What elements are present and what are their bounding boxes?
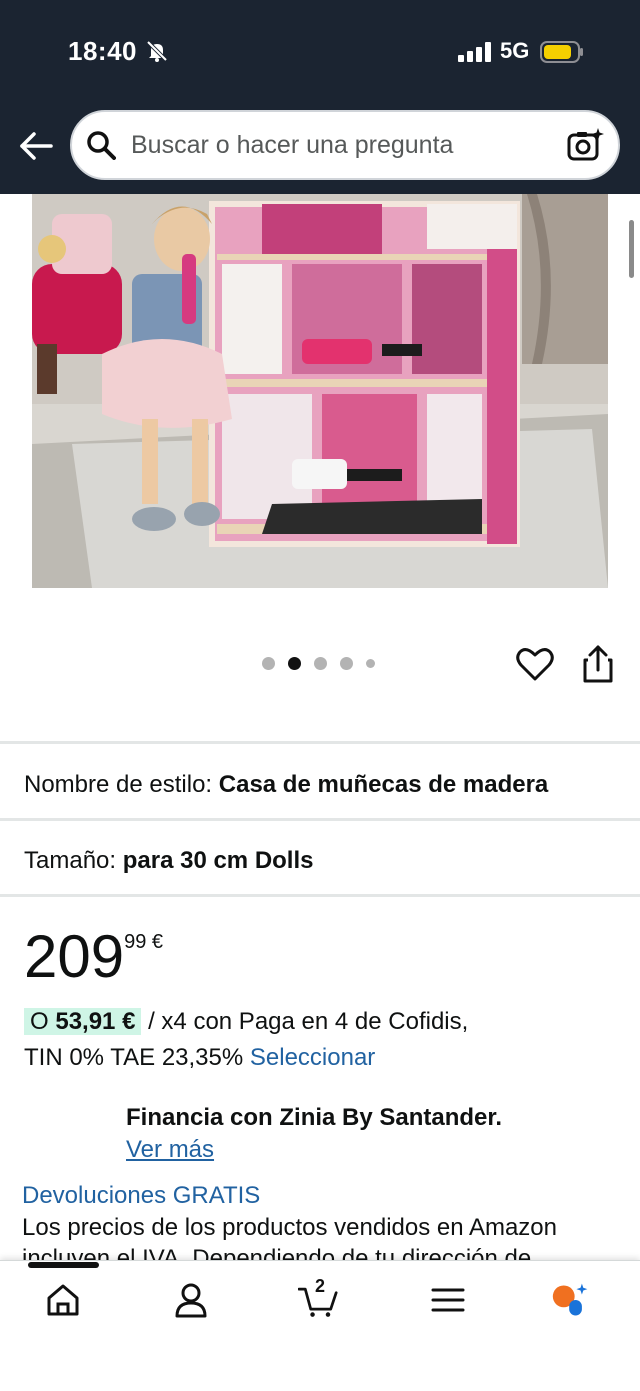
- back-arrow-icon[interactable]: [18, 130, 54, 162]
- active-tab-indicator: [28, 1262, 99, 1268]
- style-selector[interactable]: Nombre de estilo: Casa de muñecas de mad…: [24, 771, 548, 799]
- size-selector[interactable]: Tamaño: para 30 cm Dolls: [24, 847, 314, 875]
- muted-bell-icon: [146, 40, 168, 62]
- home-icon[interactable]: [43, 1280, 83, 1320]
- price-fraction: 99 €: [124, 931, 164, 953]
- divider: [0, 894, 640, 897]
- dollhouse-illustration: [32, 194, 608, 588]
- signal-icon: [458, 42, 491, 62]
- style-label: Nombre de estilo:: [24, 771, 213, 798]
- product-price: 20999 €: [24, 922, 163, 992]
- carousel-dot[interactable]: [314, 657, 327, 670]
- financing-title: Financia con Zinia By Santander.: [126, 1104, 503, 1131]
- status-time: 18:40: [68, 36, 137, 66]
- search-icon: [87, 131, 116, 160]
- network-type: 5G: [500, 38, 530, 63]
- vat-info-line1: Los precios de los productos vendidos en…: [22, 1214, 557, 1241]
- app-screen: 18:40 5G Buscar o hacer una pregunta Nom…: [0, 0, 640, 1391]
- scroll-indicator: [629, 220, 634, 278]
- size-value: para 30 cm Dolls: [122, 847, 314, 874]
- battery-icon: [540, 41, 583, 63]
- tin-text: TIN 0% TAE 23,35%: [24, 1044, 244, 1071]
- select-installment-link[interactable]: Seleccionar: [250, 1044, 375, 1071]
- account-icon[interactable]: [171, 1280, 211, 1320]
- carousel-dot[interactable]: [366, 659, 375, 668]
- divider: [0, 741, 640, 744]
- installment-text: / x4 con Paga en 4 de Cofidis,: [148, 1008, 469, 1035]
- wishlist-heart-icon[interactable]: [516, 646, 554, 682]
- style-value: Casa de muñecas de madera: [218, 771, 549, 798]
- installment-prefix: O: [30, 1008, 49, 1035]
- camera-search-icon[interactable]: [566, 127, 604, 163]
- carousel-dot-active[interactable]: [288, 657, 301, 670]
- size-label: Tamaño:: [24, 847, 117, 874]
- cart-count-badge: 2: [315, 1276, 326, 1296]
- menu-icon[interactable]: [428, 1280, 468, 1320]
- price-whole: 209: [24, 923, 125, 990]
- installment-offer: O 53,91 € / x4 con Paga en 4 de Cofidis,: [24, 1008, 468, 1036]
- divider: [0, 818, 640, 821]
- share-icon[interactable]: [582, 644, 614, 684]
- installment-amount: 53,91 €: [55, 1008, 136, 1035]
- financing-more-link[interactable]: Ver más: [126, 1136, 214, 1164]
- installment-terms: TIN 0% TAE 23,35% Seleccionar: [24, 1044, 375, 1072]
- search-placeholder: Buscar o hacer una pregunta: [131, 131, 454, 159]
- carousel-dot[interactable]: [340, 657, 353, 670]
- carousel-dot[interactable]: [262, 657, 275, 670]
- image-carousel-dots[interactable]: [262, 657, 382, 671]
- free-returns-link[interactable]: Devoluciones GRATIS: [22, 1182, 260, 1210]
- product-image[interactable]: [32, 194, 608, 588]
- rufus-assistant-icon[interactable]: [551, 1280, 591, 1320]
- installment-highlight: O 53,91 €: [24, 1008, 142, 1035]
